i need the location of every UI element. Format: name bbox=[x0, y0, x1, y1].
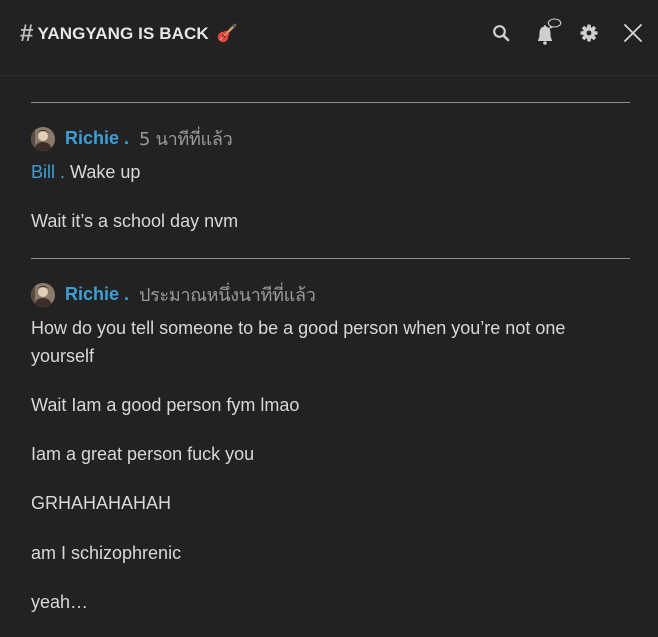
message-timestamp: ประมาณหนึ่งนาทีที่แล้ว bbox=[139, 285, 316, 306]
avatar[interactable] bbox=[31, 282, 55, 307]
message-text: Wait Iam a good person fym lmao bbox=[31, 395, 300, 415]
close-button[interactable] bbox=[620, 22, 646, 48]
avatar[interactable] bbox=[31, 126, 55, 151]
message-text: Iam a great person fuck you bbox=[31, 444, 255, 464]
search-button[interactable] bbox=[488, 22, 514, 48]
message-timestamp: 5 นาทีที่แล้ว bbox=[139, 129, 233, 150]
message-text: How do you tell someone to be a good per… bbox=[31, 318, 566, 366]
close-icon bbox=[623, 23, 643, 48]
message-divider bbox=[31, 102, 630, 103]
message-text: Bill . Wake up bbox=[31, 158, 611, 186]
bell-icon bbox=[532, 16, 566, 53]
message-divider bbox=[31, 258, 630, 259]
message-text: GRHAHAHAHAH bbox=[31, 493, 172, 513]
user-mention[interactable]: Bill . bbox=[31, 162, 65, 182]
channel-hash-symbol: # bbox=[20, 20, 34, 47]
channel-title: # YANGYANG IS BACK bbox=[20, 22, 237, 46]
message-text: am I schizophrenic bbox=[31, 543, 182, 563]
message-header: Richie . ประมาณหนึ่งนาทีที่แล้ว bbox=[31, 280, 316, 309]
message-text-content: Wake up bbox=[70, 162, 141, 182]
author-name[interactable]: Richie . bbox=[65, 128, 129, 149]
message-text: yeah… bbox=[31, 592, 89, 612]
message-text: Wait it’s a school day nvm bbox=[31, 211, 239, 231]
message-header: Richie . 5 นาทีที่แล้ว bbox=[31, 124, 233, 153]
settings-button[interactable] bbox=[576, 22, 602, 48]
channel-name: YANGYANG IS BACK bbox=[37, 24, 209, 43]
guitar-icon bbox=[215, 23, 237, 45]
channel-header: # YANGYANG IS BACK bbox=[0, 0, 658, 76]
message-list[interactable]: Richie . 5 นาทีที่แล้ว Bill . Wake up Wa… bbox=[0, 77, 658, 637]
author-name[interactable]: Richie . bbox=[65, 284, 129, 305]
gear-icon bbox=[580, 24, 598, 47]
search-icon bbox=[492, 24, 510, 47]
notifications-button[interactable] bbox=[532, 16, 566, 53]
